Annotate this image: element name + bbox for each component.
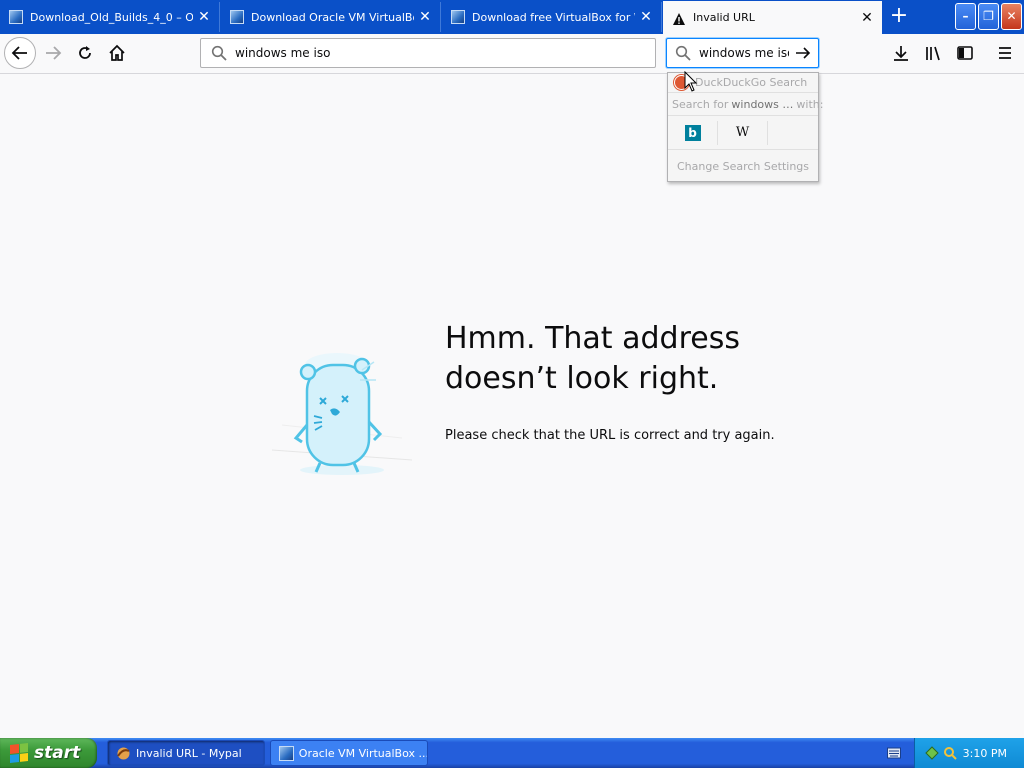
windows-flag-icon (10, 743, 28, 763)
mouse-pointer-icon (684, 71, 698, 92)
reload-button[interactable] (70, 38, 100, 68)
error-title-line2: doesn’t look right. (445, 361, 719, 396)
tab-close-icon[interactable]: ✕ (414, 9, 436, 25)
reload-icon (79, 46, 91, 59)
navigation-toolbar (0, 34, 1024, 74)
search-icon (673, 43, 693, 63)
taskbar-item-virtualbox[interactable]: Oracle VM VirtualBox ... (270, 740, 428, 766)
clock: 3:10 PM (962, 746, 1007, 760)
sidebar-icon (957, 46, 973, 60)
bing-icon: b (684, 124, 701, 141)
mypal-icon (117, 747, 130, 759)
tab-strip: Download_Old_Builds_4_0 – Oracle ✕ Downl… (0, 0, 1024, 34)
back-button[interactable] (4, 37, 36, 69)
system-tray: 3:10 PM (914, 738, 1024, 768)
error-title-line1: Hmm. That address (445, 321, 740, 356)
home-icon (109, 44, 125, 61)
search-for-prefix: Search for (672, 97, 729, 111)
tab-title: Invalid URL (693, 11, 755, 24)
menu-button[interactable] (990, 38, 1020, 68)
virtualbox-favicon-icon (9, 10, 23, 24)
tab-title: Download Oracle VM VirtualBox for Window… (251, 10, 414, 24)
tab-close-icon[interactable]: ✕ (856, 10, 878, 26)
wikipedia-engine-button[interactable]: W (718, 120, 768, 145)
taskbar-item-label: Oracle VM VirtualBox ... (298, 746, 427, 760)
tab-title: Download_Old_Builds_4_0 – Oracle (30, 10, 193, 24)
url-bar[interactable] (200, 38, 656, 68)
search-icon[interactable] (943, 746, 957, 760)
back-arrow-icon (11, 46, 27, 60)
error-description: Please check that the URL is correct and… (445, 428, 775, 443)
home-button[interactable] (102, 38, 132, 68)
forward-button[interactable] (38, 38, 68, 68)
url-input[interactable] (233, 45, 637, 61)
new-tab-button[interactable]: + (884, 2, 914, 32)
tab-download-oracle-vm[interactable]: Download Oracle VM VirtualBox for Window… (221, 2, 441, 32)
change-search-settings-button[interactable]: Change Search Settings (668, 150, 818, 182)
tab-title: Download free VirtualBox for Windows (472, 10, 635, 24)
forward-arrow-icon (46, 46, 62, 60)
search-icon (209, 43, 229, 63)
sidebar-button[interactable] (950, 38, 980, 68)
search-bar[interactable] (666, 38, 819, 68)
windows-taskbar: start Invalid URL - Mypal Oracle VM Virt… (0, 738, 1024, 768)
taskbar-item-label: Invalid URL - Mypal (136, 746, 242, 760)
virtualbox-favicon-icon (230, 10, 244, 24)
search-input[interactable] (697, 45, 791, 61)
search-for-row: Search for windows … with: (668, 93, 823, 116)
virtualbox-favicon-icon (451, 10, 465, 24)
minimize-button[interactable]: – (955, 3, 976, 30)
tab-download-free-virtualbox[interactable]: Download free VirtualBox for Windows ✕ (442, 2, 662, 32)
downloads-button[interactable] (886, 38, 916, 68)
error-title: Hmm. That address doesn’t look right. (445, 319, 805, 399)
search-for-suffix: with: (796, 97, 824, 111)
keyboard-icon[interactable] (887, 747, 901, 759)
error-dinosaur-illustration-icon (262, 330, 422, 490)
start-button[interactable]: start (0, 738, 97, 768)
engine-name: DuckDuckGo Search (695, 76, 808, 89)
virtualbox-icon (279, 745, 294, 761)
restore-button[interactable]: ❐ (978, 3, 999, 30)
tab-download-old-builds[interactable]: Download_Old_Builds_4_0 – Oracle ✕ (0, 2, 220, 32)
taskbar-item-mypal[interactable]: Invalid URL - Mypal (107, 740, 265, 766)
search-go-arrow-icon[interactable] (791, 41, 815, 65)
search-for-query: windows … (731, 97, 794, 111)
library-icon (926, 46, 940, 61)
one-off-engines-row: b W (668, 116, 818, 150)
bing-engine-button[interactable]: b (668, 120, 718, 145)
library-button[interactable] (918, 38, 948, 68)
tab-close-icon[interactable]: ✕ (635, 9, 657, 25)
download-arrow-icon (894, 46, 908, 61)
network-icon[interactable] (925, 746, 939, 760)
wikipedia-icon: W (735, 125, 750, 140)
tab-invalid-url[interactable]: Invalid URL ✕ (663, 1, 882, 34)
start-label: start (34, 743, 81, 763)
warning-icon (672, 11, 686, 25)
hamburger-menu-icon (999, 47, 1011, 59)
close-window-button[interactable]: ✕ (1001, 3, 1022, 30)
tab-close-icon[interactable]: ✕ (193, 9, 215, 25)
